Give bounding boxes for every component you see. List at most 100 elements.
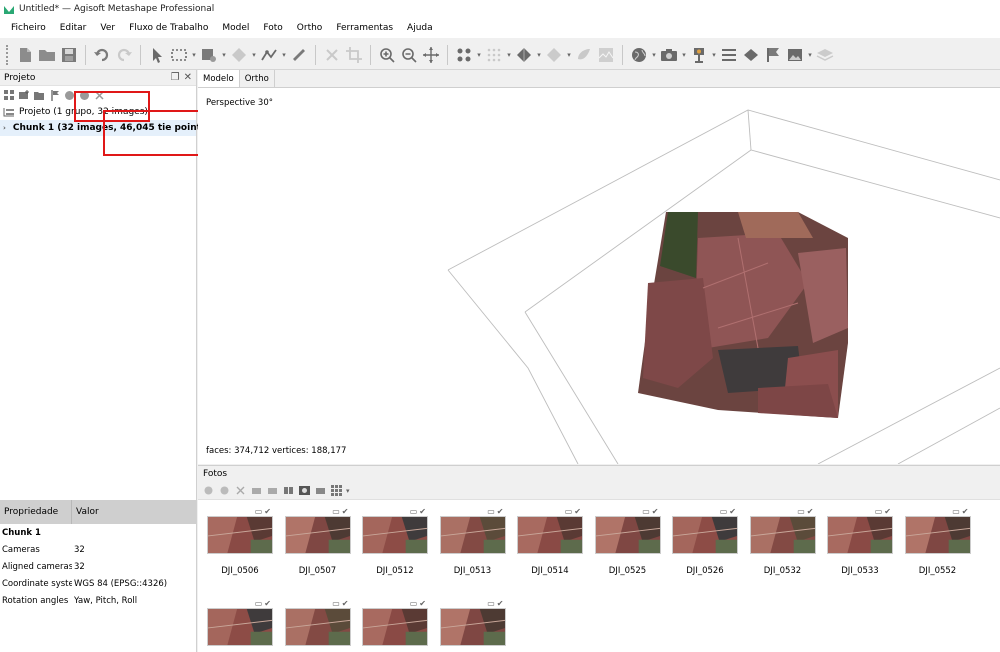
layers-icon[interactable] xyxy=(814,44,836,66)
redo-icon[interactable] xyxy=(113,44,135,66)
shape-icon[interactable] xyxy=(228,44,250,66)
photo-thumbnail[interactable]: ▭ ✔ DJI_0507 xyxy=(283,506,353,576)
chevron-down-icon[interactable]: ▾ xyxy=(535,51,543,59)
camera-flag-icon: ▭ xyxy=(564,506,573,516)
toolbar-separator xyxy=(370,44,371,65)
photo-thumbnail[interactable]: ▭ ✔ DJI_0532 xyxy=(748,506,818,576)
chevron-down-icon[interactable]: ▾ xyxy=(220,51,228,59)
photo-thumbnail-image xyxy=(284,516,351,554)
menu-model[interactable]: Model xyxy=(215,23,256,33)
chevron-down-icon[interactable]: ▾ xyxy=(806,51,814,59)
undo-icon[interactable] xyxy=(91,44,113,66)
camera-icon[interactable] xyxy=(658,44,680,66)
add-photos-icon[interactable] xyxy=(18,89,30,101)
menu-foto[interactable]: Foto xyxy=(256,23,289,33)
pointer-icon[interactable] xyxy=(146,44,168,66)
add-chunk-icon[interactable] xyxy=(3,89,15,101)
chevron-down-icon[interactable]: ▾ xyxy=(680,51,688,59)
chevron-down-icon[interactable]: ▾ xyxy=(346,487,350,495)
ruler-icon[interactable] xyxy=(288,44,310,66)
mask-icon[interactable] xyxy=(314,485,326,497)
model-icon[interactable] xyxy=(513,44,535,66)
points-icon[interactable] xyxy=(453,44,475,66)
chevron-down-icon[interactable]: ▾ xyxy=(505,51,513,59)
chevron-down-icon[interactable]: ▾ xyxy=(190,51,198,59)
dem-icon[interactable] xyxy=(595,44,617,66)
menu-ficheiro[interactable]: Ficheiro xyxy=(4,23,53,33)
thumbnail-flags: ▭ ✔ xyxy=(205,506,275,516)
add-marker-icon[interactable] xyxy=(48,89,60,101)
photo-thumbnail-label: DJI_0514 xyxy=(531,566,569,576)
menu-ferramentas[interactable]: Ferramentas xyxy=(329,23,400,33)
shapes-icon[interactable] xyxy=(740,44,762,66)
globe-icon[interactable] xyxy=(628,44,650,66)
toolbar-grip[interactable] xyxy=(6,44,8,65)
menu-fluxo-de-trabalho[interactable]: Fluxo de Trabalho xyxy=(122,23,215,33)
menu-editar[interactable]: Editar xyxy=(53,23,94,33)
move-icon[interactable] xyxy=(420,44,442,66)
toolbar-separator xyxy=(622,44,623,65)
toolbar-separator xyxy=(140,44,141,65)
chevron-down-icon[interactable]: ▾ xyxy=(565,51,573,59)
zoom-out-icon[interactable] xyxy=(398,44,420,66)
photo-thumbnail[interactable]: ▭ ✔ DJI_0514 xyxy=(515,506,585,576)
filter-icon[interactable] xyxy=(282,485,294,497)
menu-ortho[interactable]: Ortho xyxy=(290,23,330,33)
remove-icon[interactable] xyxy=(234,485,246,497)
close-icon[interactable]: ✕ xyxy=(184,72,192,83)
chevron-down-icon[interactable]: ▾ xyxy=(250,51,258,59)
photo-thumbnail[interactable]: ▭ ✔ DJI_0552 xyxy=(903,506,973,576)
chevron-down-icon[interactable]: ▾ xyxy=(650,51,658,59)
disable-icon[interactable] xyxy=(218,485,230,497)
tab-modelo[interactable]: Modelo xyxy=(198,70,240,87)
menu-ver[interactable]: Ver xyxy=(93,23,122,33)
photo-thumbnail[interactable]: ▭ ✔ DJI_0512 xyxy=(360,506,430,576)
model-viewport[interactable]: Perspective 30° faces: 374,712 vertices:… xyxy=(198,88,1000,464)
save-icon[interactable] xyxy=(58,44,80,66)
texture-icon[interactable] xyxy=(573,44,595,66)
photo-thumbnail[interactable]: ▭ ✔ DJI_0513 xyxy=(438,506,508,576)
camera-stand-icon[interactable] xyxy=(688,44,710,66)
photo-thumbnail[interactable]: ▭ ✔ xyxy=(205,598,275,652)
chevron-right-icon[interactable]: › xyxy=(3,124,6,132)
chevron-down-icon[interactable]: ▾ xyxy=(280,51,288,59)
menu-ajuda[interactable]: Ajuda xyxy=(400,23,440,33)
photo-thumbnail[interactable]: ▭ ✔ DJI_0526 xyxy=(670,506,740,576)
zoom-in-icon[interactable] xyxy=(376,44,398,66)
polyline-icon[interactable] xyxy=(258,44,280,66)
rotate-icon[interactable] xyxy=(250,485,262,497)
image-icon[interactable] xyxy=(784,44,806,66)
chevron-down-icon[interactable]: ▾ xyxy=(475,51,483,59)
paint-select-icon[interactable] xyxy=(198,44,220,66)
photo-thumbnail[interactable]: ▭ ✔ DJI_0525 xyxy=(593,506,663,576)
flag-icon[interactable] xyxy=(762,44,784,66)
dense-points-icon[interactable] xyxy=(483,44,505,66)
photo-thumbnail-image xyxy=(439,608,506,646)
crop-icon[interactable] xyxy=(343,44,365,66)
rectangle-select-icon[interactable] xyxy=(168,44,190,66)
image-icon[interactable] xyxy=(298,485,310,497)
tab-ortho[interactable]: Ortho xyxy=(240,70,275,87)
column-header-property[interactable]: Propriedade xyxy=(0,500,72,524)
enable-icon[interactable] xyxy=(202,485,214,497)
chevron-down-icon[interactable]: ▾ xyxy=(710,51,718,59)
float-panel-icon[interactable]: ❐ xyxy=(171,72,180,83)
tiled-model-icon[interactable] xyxy=(543,44,565,66)
new-file-icon[interactable] xyxy=(14,44,36,66)
photo-thumbnail[interactable]: ▭ ✔ xyxy=(438,598,508,652)
camera-flag-icon: ▭ xyxy=(409,506,418,516)
open-folder-icon[interactable] xyxy=(36,44,58,66)
photo-thumbnail[interactable]: ▭ ✔ xyxy=(283,598,353,652)
photo-thumbnail[interactable]: ▭ ✔ DJI_0533 xyxy=(825,506,895,576)
column-header-value[interactable]: Valor xyxy=(72,507,99,517)
rotate-right-icon[interactable] xyxy=(266,485,278,497)
camera-flag-icon: ▭ xyxy=(332,506,340,516)
photo-thumbnail[interactable]: ▭ ✔ DJI_0506 xyxy=(205,506,275,576)
aligned-check-icon: ✔ xyxy=(264,598,271,608)
delete-icon[interactable] xyxy=(321,44,343,66)
menu-icon[interactable] xyxy=(718,44,740,66)
grid-view-icon[interactable] xyxy=(330,485,342,497)
photo-thumbnail[interactable]: ▭ ✔ xyxy=(360,598,430,652)
photo-thumbnail-label: DJI_0513 xyxy=(453,566,492,576)
add-folder-icon[interactable] xyxy=(33,89,45,101)
